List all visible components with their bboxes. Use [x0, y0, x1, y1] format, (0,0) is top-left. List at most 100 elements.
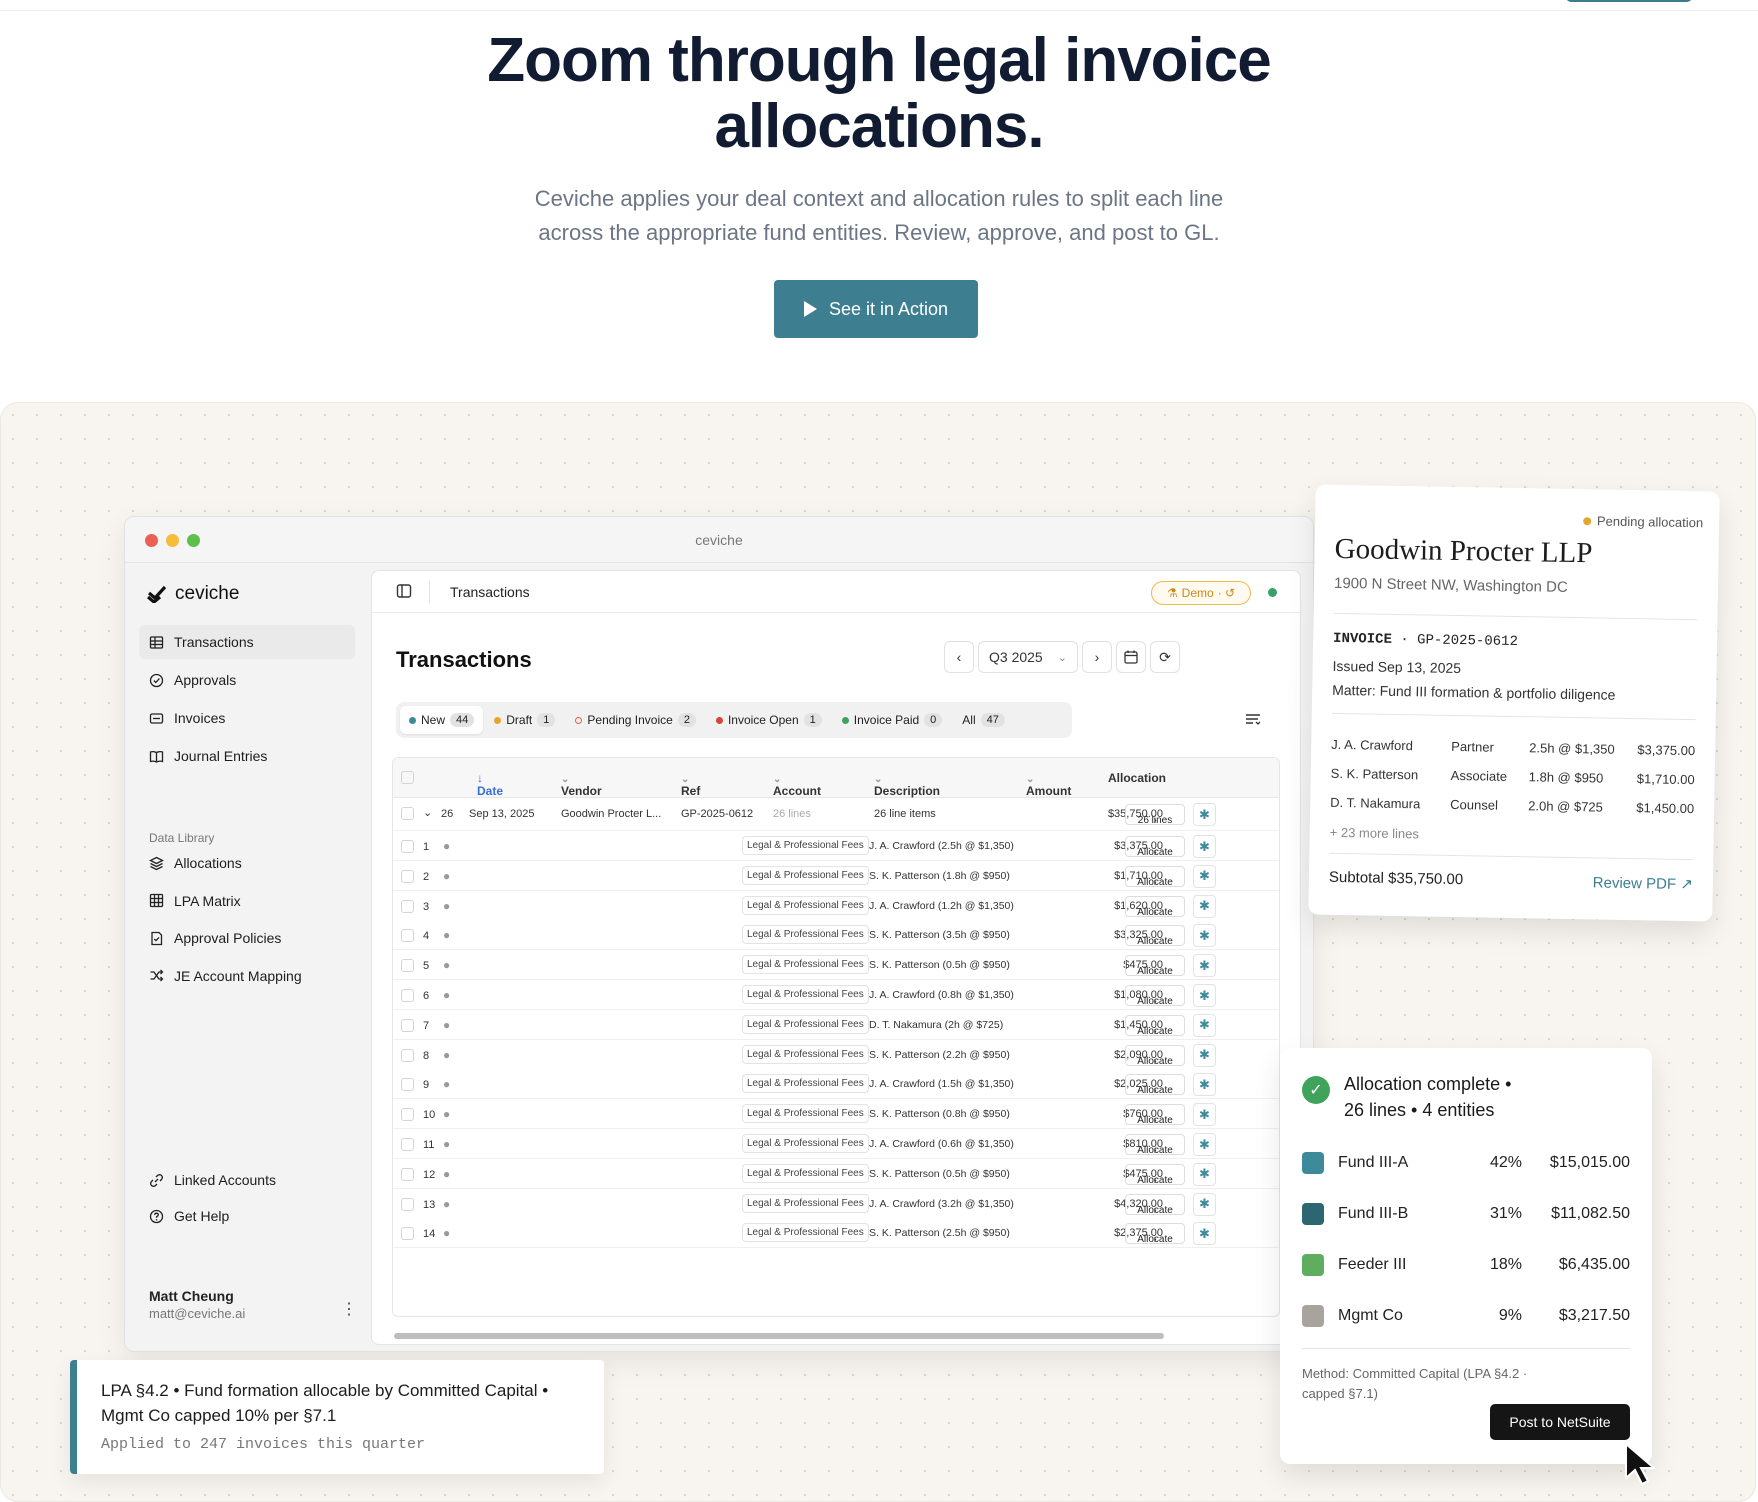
- auto-allocate-icon[interactable]: ✱: [1193, 864, 1216, 888]
- row-checkbox[interactable]: [401, 1018, 414, 1032]
- allocate-button[interactable]: Allocate ›: [1125, 865, 1185, 888]
- sidebar-item-get-help[interactable]: Get Help: [139, 1199, 355, 1233]
- table-row[interactable]: 7 ● Legal & Professional Fees D. T. Nakamur…: [393, 1009, 1279, 1040]
- table-row[interactable]: 1 ● Legal & Professional Fees J. A. Crawfor…: [393, 831, 1279, 861]
- table-row[interactable]: 2 ● Legal & Professional Fees S. K. Patters…: [393, 860, 1279, 891]
- row-checkbox[interactable]: [401, 840, 414, 853]
- table-row[interactable]: 13 ● Legal & Professional Fees J. A. Crawfo…: [393, 1188, 1279, 1219]
- user-menu-icon[interactable]: ⋮: [341, 1299, 357, 1319]
- lines-button[interactable]: 26 lines ›: [1125, 804, 1185, 826]
- row-checkbox[interactable]: [401, 807, 414, 820]
- sidebar-item-allocations[interactable]: Allocations: [139, 846, 355, 880]
- sidebar-item-approvals[interactable]: Approvals: [139, 663, 355, 697]
- period-select[interactable]: Q3 2025 ⌄: [978, 641, 1078, 673]
- calendar-button[interactable]: [1116, 641, 1146, 673]
- next-period-button[interactable]: ›: [1082, 641, 1112, 673]
- column-description[interactable]: Description ⌄: [874, 771, 940, 798]
- horizontal-scrollbar[interactable]: [394, 1333, 1164, 1339]
- filter-icon[interactable]: [1244, 710, 1262, 728]
- tab-invoice-open[interactable]: Invoice Open 1: [707, 706, 831, 734]
- row-checkbox[interactable]: [401, 899, 414, 913]
- auto-allocate-icon[interactable]: ✱: [1193, 894, 1216, 918]
- auto-allocate-icon[interactable]: ✱: [1193, 803, 1216, 826]
- select-all-checkbox[interactable]: [401, 771, 414, 784]
- toggle-sidebar-icon[interactable]: [396, 583, 412, 599]
- auto-allocate-icon[interactable]: ✱: [1193, 924, 1216, 948]
- row-checkbox[interactable]: [401, 1108, 414, 1122]
- column-vendor[interactable]: Vendor ⌄: [561, 771, 602, 798]
- auto-allocate-icon[interactable]: ✱: [1193, 1133, 1216, 1156]
- auto-allocate-icon[interactable]: ✱: [1193, 1222, 1216, 1246]
- allocate-button[interactable]: Allocate ›: [1125, 1163, 1185, 1186]
- row-checkbox[interactable]: [401, 869, 414, 883]
- row-checkbox[interactable]: [401, 929, 414, 943]
- column-amount[interactable]: Amount ⌄: [1026, 771, 1071, 798]
- header-button[interactable]: [1566, 0, 1692, 2]
- auto-allocate-icon[interactable]: ✱: [1193, 1013, 1216, 1037]
- allocate-button[interactable]: Allocate ›: [1125, 1104, 1185, 1126]
- row-checkbox[interactable]: [401, 989, 414, 1002]
- tab-pending-invoice[interactable]: Pending Invoice 2: [566, 706, 705, 734]
- table-row[interactable]: 8 ● Legal & Professional Fees S. K. Patters…: [393, 1039, 1279, 1070]
- auto-allocate-icon[interactable]: ✱: [1193, 1192, 1216, 1216]
- tab-invoice-paid[interactable]: Invoice Paid 0: [833, 706, 952, 734]
- parent-row[interactable]: ⌄ 26 Sep 13, 2025 Goodwin Procter L... G…: [393, 798, 1279, 831]
- column-account[interactable]: Account ⌄: [773, 771, 821, 798]
- row-checkbox[interactable]: [401, 1138, 414, 1151]
- table-row[interactable]: 3 ● Legal & Professional Fees J. A. Crawfor…: [393, 890, 1279, 921]
- auto-allocate-icon[interactable]: ✱: [1193, 1043, 1216, 1067]
- column-date[interactable]: Date ↓: [477, 771, 503, 798]
- expand-chevron-icon[interactable]: ⌄: [423, 806, 432, 819]
- more-lines[interactable]: + 23 more lines: [1330, 825, 1419, 842]
- table-row[interactable]: 10 ● Legal & Professional Fees S. K. Patter…: [393, 1099, 1279, 1130]
- sidebar-item-je-account-mapping[interactable]: JE Account Mapping: [139, 959, 355, 993]
- demo-badge[interactable]: ⚗ Demo · ↺: [1151, 581, 1251, 605]
- allocate-button[interactable]: Allocate ›: [1125, 1074, 1185, 1096]
- tab-new[interactable]: New 44: [400, 706, 484, 734]
- allocate-button[interactable]: Allocate ›: [1125, 1014, 1185, 1037]
- table-row[interactable]: 5 ● Legal & Professional Fees S. K. Patters…: [393, 950, 1279, 981]
- prev-period-button[interactable]: ‹: [944, 641, 974, 673]
- row-checkbox[interactable]: [401, 1227, 414, 1241]
- sidebar-item-transactions[interactable]: Transactions: [139, 625, 355, 659]
- post-to-netsuite-button[interactable]: Post to NetSuite: [1490, 1404, 1630, 1440]
- brand-logo[interactable]: ceviche: [147, 583, 239, 605]
- allocate-button[interactable]: Allocate ›: [1125, 836, 1185, 858]
- see-it-in-action-button[interactable]: See it in Action: [774, 280, 978, 338]
- allocate-button[interactable]: Allocate ›: [1125, 955, 1185, 977]
- table-row[interactable]: 14 ● Legal & Professional Fees S. K. Patter…: [393, 1218, 1279, 1249]
- table-row[interactable]: 11 ● Legal & Professional Fees J. A. Crawfo…: [393, 1129, 1279, 1159]
- row-checkbox[interactable]: [401, 1167, 414, 1181]
- auto-allocate-icon[interactable]: ✱: [1193, 1103, 1216, 1127]
- table-row[interactable]: 6 ● Legal & Professional Fees J. A. Crawfor…: [393, 980, 1279, 1010]
- sidebar-item-lpa-matrix[interactable]: LPA Matrix: [139, 884, 355, 918]
- table-row[interactable]: 9 ● Legal & Professional Fees J. A. Crawfor…: [393, 1069, 1279, 1100]
- sidebar-item-invoices[interactable]: Invoices: [139, 701, 355, 735]
- row-checkbox[interactable]: [401, 1078, 414, 1092]
- tab-all[interactable]: All 47: [953, 706, 1014, 734]
- refresh-button[interactable]: ⟳: [1150, 641, 1180, 673]
- row-checkbox[interactable]: [401, 959, 414, 973]
- auto-allocate-icon[interactable]: ✱: [1193, 984, 1216, 1007]
- auto-allocate-icon[interactable]: ✱: [1193, 954, 1216, 978]
- auto-allocate-icon[interactable]: ✱: [1193, 835, 1216, 858]
- allocate-button[interactable]: Allocate ›: [1125, 895, 1185, 918]
- allocate-button[interactable]: Allocate ›: [1125, 1193, 1185, 1216]
- allocate-button[interactable]: Allocate ›: [1125, 1044, 1185, 1067]
- row-checkbox[interactable]: [401, 1197, 414, 1211]
- table-row[interactable]: 4 ● Legal & Professional Fees S. K. Patters…: [393, 920, 1279, 951]
- allocate-button[interactable]: Allocate ›: [1125, 985, 1185, 1007]
- allocate-button[interactable]: Allocate ›: [1125, 1223, 1185, 1245]
- allocate-button[interactable]: Allocate ›: [1125, 925, 1185, 947]
- row-checkbox[interactable]: [401, 1048, 414, 1062]
- allocate-button[interactable]: Allocate ›: [1125, 1134, 1185, 1156]
- column-ref[interactable]: Ref # ⌄: [681, 771, 700, 812]
- auto-allocate-icon[interactable]: ✱: [1193, 1073, 1216, 1097]
- sidebar-item-linked-accounts[interactable]: Linked Accounts: [139, 1163, 355, 1197]
- tab-draft[interactable]: Draft 1: [485, 706, 564, 734]
- sidebar-item-approval-policies[interactable]: Approval Policies: [139, 921, 355, 955]
- review-pdf-link[interactable]: Review PDF ↗: [1593, 873, 1693, 893]
- table-row[interactable]: 12 ● Legal & Professional Fees S. K. Patter…: [393, 1158, 1279, 1189]
- user-profile[interactable]: Matt Cheung matt@ceviche.ai: [149, 1288, 245, 1321]
- auto-allocate-icon[interactable]: ✱: [1193, 1162, 1216, 1186]
